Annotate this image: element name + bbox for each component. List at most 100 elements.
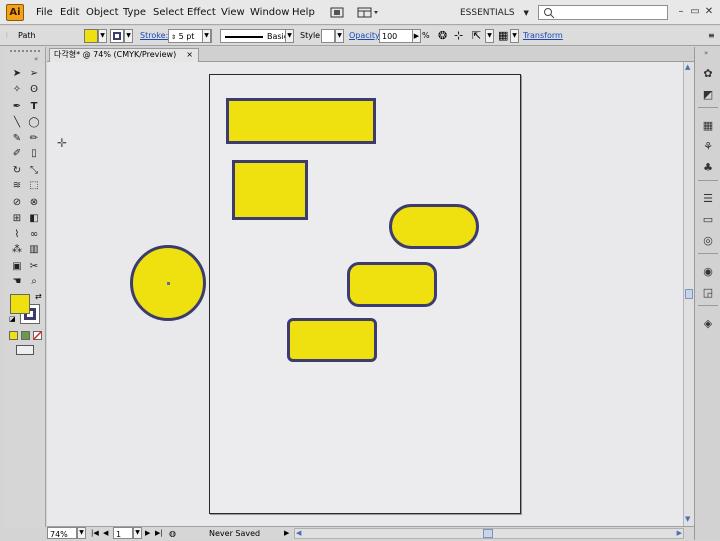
selection-tool-icon[interactable]: ➤ <box>9 67 25 81</box>
menu-view[interactable]: View <box>221 7 245 18</box>
recolor-artwork-icon[interactable]: ❂ <box>438 29 447 43</box>
color-panel-icon[interactable]: ✿ <box>700 67 716 81</box>
blob-brush-tool-icon[interactable]: ✐ <box>9 147 25 161</box>
rounded-rectangle-shape-small[interactable] <box>287 318 377 362</box>
opacity-field[interactable]: 100 <box>379 29 413 43</box>
pencil-tool-icon[interactable]: ✏ <box>26 132 42 146</box>
stroke-dropdown[interactable]: ▼ <box>124 29 133 43</box>
lasso-tool-icon[interactable]: ʘ <box>26 83 42 97</box>
stroke-weight-dropdown[interactable]: ▼ <box>202 29 211 43</box>
transparency-panel-icon[interactable]: ◎ <box>700 234 716 248</box>
appearance-panel-icon[interactable]: ◉ <box>700 265 716 279</box>
column-graph-tool-icon[interactable]: ▥ <box>26 243 42 257</box>
rounded-rectangle-shape[interactable] <box>347 262 437 307</box>
graphic-style-swatch[interactable] <box>321 29 335 43</box>
last-artboard-icon[interactable]: ▶| <box>155 527 163 540</box>
first-artboard-icon[interactable]: |◀ <box>91 527 99 540</box>
shape-builder-tool-icon[interactable]: ⊘ <box>9 196 25 210</box>
menu-window[interactable]: Window <box>250 7 289 18</box>
stroke-label[interactable]: Stroke: <box>140 29 168 43</box>
rectangle-shape-square[interactable] <box>232 160 308 220</box>
zoom-tool-icon[interactable]: ⌕ <box>26 275 42 289</box>
swap-colors-icon[interactable]: ⇄ <box>35 292 42 301</box>
opacity-arrow[interactable]: ▶ <box>412 29 421 43</box>
bridge-icon[interactable] <box>328 5 346 20</box>
mesh-tool-icon[interactable]: ⊞ <box>9 212 25 226</box>
isolate-icon[interactable]: ▦ <box>498 29 508 43</box>
slice-tool-icon[interactable]: ✂ <box>26 260 42 274</box>
panel-menu-icon[interactable]: ≡ <box>708 29 715 43</box>
circle-shape[interactable] <box>130 245 206 321</box>
isolate-dropdown[interactable]: ▼ <box>510 29 519 43</box>
eraser-tool-icon[interactable]: ▯ <box>26 147 42 161</box>
stroke-panel-icon[interactable]: ☰ <box>700 192 716 206</box>
symbol-sprayer-tool-icon[interactable]: ⁂ <box>9 243 25 257</box>
horizontal-scrollbar[interactable]: ◀ ▶ <box>294 528 684 539</box>
menu-type[interactable]: Type <box>123 7 146 18</box>
fill-dropdown[interactable]: ▼ <box>98 29 107 43</box>
next-artboard-icon[interactable]: ▶ <box>145 527 150 540</box>
status-settings-icon[interactable]: ◍ <box>169 527 176 540</box>
screen-mode-icon[interactable] <box>16 345 34 355</box>
graphic-style-dropdown[interactable]: ▼ <box>335 29 344 43</box>
scroll-up-icon[interactable]: ▲ <box>685 63 690 71</box>
hand-tool-icon[interactable]: ☚ <box>9 275 25 289</box>
artboard-number-field[interactable]: 1 <box>113 527 133 539</box>
direct-selection-tool-icon[interactable]: ➢ <box>26 67 42 81</box>
search-input[interactable] <box>538 5 668 20</box>
scale-tool-icon[interactable]: ⤡ <box>26 164 42 178</box>
free-transform-tool-icon[interactable]: ⬚ <box>26 179 42 193</box>
close-tab-icon[interactable]: × <box>186 49 193 61</box>
paintbrush-tool-icon[interactable]: ✎ <box>9 132 25 146</box>
default-colors-icon[interactable]: ◪ <box>9 315 16 323</box>
menu-file[interactable]: File <box>36 7 53 18</box>
graphic-styles-panel-icon[interactable]: ◲ <box>700 286 716 300</box>
align-icon[interactable]: ⊹ <box>454 29 463 43</box>
eyedropper-tool-icon[interactable]: ⌇ <box>9 228 25 242</box>
previous-artboard-icon[interactable]: ◀ <box>103 527 108 540</box>
status-menu-arrow[interactable]: ▶ <box>284 527 289 540</box>
vertical-scrollbar[interactable]: ▲ ▼ <box>683 62 694 526</box>
swatches-panel-icon[interactable]: ▦ <box>700 119 716 133</box>
live-paint-tool-icon[interactable]: ⊗ <box>26 196 42 210</box>
gradient-mode-icon[interactable] <box>21 331 30 340</box>
rectangle-shape-wide[interactable] <box>226 98 376 144</box>
scroll-right-icon[interactable]: ▶ <box>677 527 682 540</box>
fill-color-box[interactable] <box>10 294 30 314</box>
menu-select[interactable]: Select <box>153 7 184 18</box>
transform-dropdown[interactable]: ▼ <box>485 29 494 43</box>
artboard-tool-icon[interactable]: ▣ <box>9 260 25 274</box>
zoom-field[interactable]: 74% <box>47 527 77 539</box>
stroke-swatch[interactable] <box>110 29 124 43</box>
color-mode-icon[interactable] <box>9 331 18 340</box>
fill-swatch[interactable] <box>84 29 98 43</box>
close-button[interactable]: ✕ <box>702 6 716 18</box>
ellipse-tool-icon[interactable]: ◯ <box>26 116 42 130</box>
gradient-tool-icon[interactable]: ◧ <box>26 212 42 226</box>
opacity-label[interactable]: Opacity: <box>349 29 382 43</box>
menu-help[interactable]: Help <box>292 7 315 18</box>
menu-object[interactable]: Object <box>86 7 119 18</box>
pen-tool-icon[interactable]: ✒ <box>9 100 25 114</box>
brush-dropdown[interactable]: ▼ <box>285 29 294 43</box>
type-tool-icon[interactable]: T <box>26 100 42 114</box>
workspace-switcher[interactable]: ESSENTIALS ▼ <box>452 6 530 20</box>
rotate-tool-icon[interactable]: ↻ <box>9 164 25 178</box>
scroll-thumb[interactable] <box>685 289 693 299</box>
none-mode-icon[interactable] <box>33 331 42 340</box>
brushes-panel-icon[interactable]: ⚘ <box>700 140 716 154</box>
artboard-dropdown[interactable]: ▼ <box>133 527 142 539</box>
color-guide-icon[interactable]: ◩ <box>700 88 716 102</box>
blend-tool-icon[interactable]: ∞ <box>26 228 42 242</box>
line-tool-icon[interactable]: ╲ <box>9 116 25 130</box>
transform-link[interactable]: Transform <box>523 29 563 43</box>
magic-wand-tool-icon[interactable]: ✧ <box>9 83 25 97</box>
h-scroll-thumb[interactable] <box>483 529 493 538</box>
transform-panel-icon[interactable]: ⇱ <box>472 29 481 43</box>
zoom-dropdown[interactable]: ▼ <box>77 527 86 539</box>
pill-shape[interactable] <box>389 204 479 249</box>
gradient-panel-icon[interactable]: ▭ <box>700 213 716 227</box>
arrange-documents-icon[interactable] <box>356 5 382 20</box>
expand-dock-icon[interactable]: » <box>704 49 708 57</box>
minimize-button[interactable]: – <box>674 6 688 18</box>
